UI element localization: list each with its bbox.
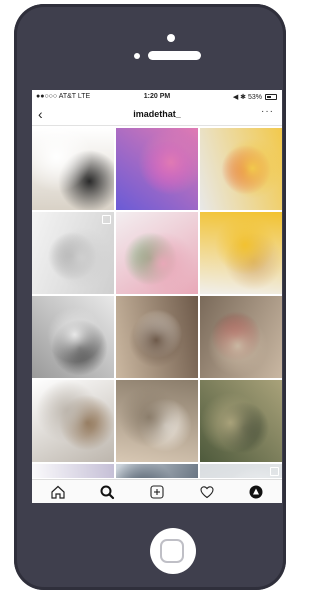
photo-grid xyxy=(32,128,282,478)
battery-icon xyxy=(265,94,277,100)
photo-tile-circular-section-drawing[interactable] xyxy=(32,380,114,462)
photo-tile-model-table-display[interactable] xyxy=(116,380,198,462)
photo-tile-paper-model-person[interactable] xyxy=(32,128,114,210)
add-post-icon[interactable] xyxy=(149,484,165,500)
home-icon[interactable] xyxy=(50,484,66,500)
earpiece-speaker xyxy=(148,51,201,60)
photo-tile-yellow-paper-model[interactable] xyxy=(200,212,282,294)
tab-bar xyxy=(32,479,282,503)
photo-tile-aerial-city-model[interactable] xyxy=(200,380,282,462)
status-bar: ●●○○○ AT&T LTE 1:20 PM ◀ ✱ 53% xyxy=(32,90,282,104)
more-options-button[interactable]: ··· xyxy=(261,106,274,117)
photo-tile-purple-blob-render[interactable] xyxy=(116,128,198,210)
search-icon[interactable] xyxy=(99,484,115,500)
page-title: imadethat_ xyxy=(133,109,181,119)
photo-tile-cube-clusters-model[interactable] xyxy=(200,128,282,210)
home-button-icon xyxy=(160,539,184,563)
battery-level xyxy=(267,96,271,98)
photo-tile-white-panels[interactable] xyxy=(200,464,282,478)
profile-icon[interactable] xyxy=(248,484,264,500)
multiple-photos-icon xyxy=(270,467,279,476)
heart-icon[interactable] xyxy=(199,484,215,500)
photo-tile-crowd-at-gallery[interactable] xyxy=(200,296,282,378)
photo-tile-pink-pavilion-render[interactable] xyxy=(116,212,198,294)
photo-tile-exhibition-room[interactable] xyxy=(116,296,198,378)
profile-header: ‹ imadethat_ ··· xyxy=(32,104,282,126)
photo-tile-people-in-hall[interactable] xyxy=(116,464,198,478)
screen: ●●○○○ AT&T LTE 1:20 PM ◀ ✱ 53% ‹ imadeth… xyxy=(32,90,282,503)
multiple-photos-icon xyxy=(102,215,111,224)
sensor-dot xyxy=(134,53,140,59)
photo-tile-person-with-model[interactable] xyxy=(32,296,114,378)
photo-tile-circle-render-bottom[interactable] xyxy=(32,464,114,478)
status-right: ◀ ✱ 53% xyxy=(232,94,262,101)
front-camera xyxy=(167,34,175,42)
photo-tile-circular-site-plan[interactable] xyxy=(32,212,114,294)
